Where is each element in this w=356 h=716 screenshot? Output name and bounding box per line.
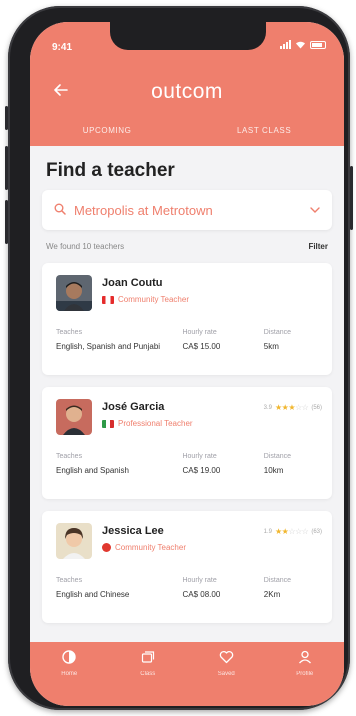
header-tabs: UPCOMING LAST CLASS bbox=[30, 124, 344, 144]
volume-down-button bbox=[5, 200, 8, 244]
rate-value: CA$ 15.00 bbox=[182, 342, 221, 351]
brand-logo: outcom bbox=[151, 80, 223, 103]
main-content: Find a teacher Metropolis at Metrotown W… bbox=[30, 146, 344, 642]
tab-profile[interactable]: Profile bbox=[280, 650, 330, 706]
rate-label: Hourly rate bbox=[182, 577, 217, 584]
distance-label: Distance bbox=[263, 577, 292, 584]
tab-label: Class bbox=[140, 671, 156, 677]
teacher-name: Joan Coutu bbox=[102, 277, 163, 289]
results-count: We found 10 teachers bbox=[46, 242, 125, 251]
teacher-role: Community Teacher bbox=[102, 543, 186, 552]
side-button bbox=[5, 106, 8, 130]
rating-value: 3.9 bbox=[263, 404, 272, 411]
mexico-flag-icon bbox=[102, 419, 114, 428]
teacher-card[interactable]: Jessica Lee Community Teacher 1.9 ★★☆☆☆ … bbox=[42, 511, 332, 623]
role-label: Professional Teacher bbox=[118, 419, 193, 428]
class-icon bbox=[123, 650, 173, 668]
app-screen: outcom UPCOMING LAST CLASS 9:41 Find a t… bbox=[30, 22, 344, 706]
teaches-value: English and Chinese bbox=[56, 590, 130, 599]
avatar bbox=[56, 523, 92, 559]
review-count: (56) bbox=[311, 404, 322, 411]
rating-value: 1.9 bbox=[263, 528, 272, 535]
role-label: Community Teacher bbox=[115, 543, 186, 552]
teacher-card[interactable]: José Garcia Professional Teacher 3.9 ★★★… bbox=[42, 387, 332, 499]
teacher-name: Jessica Lee bbox=[102, 525, 164, 537]
role-label: Community Teacher bbox=[118, 295, 189, 304]
teacher-name: José Garcia bbox=[102, 401, 165, 413]
star-rating-icon: ★★☆☆☆ bbox=[274, 527, 309, 536]
tab-home[interactable]: Home bbox=[44, 650, 94, 706]
battery-icon bbox=[310, 41, 326, 49]
tab-class[interactable]: Class bbox=[123, 650, 173, 706]
chevron-down-icon bbox=[310, 205, 320, 216]
distance-value: 2Km bbox=[263, 590, 281, 599]
bottom-tab-bar: Home Class Saved Profile bbox=[30, 642, 344, 706]
rating: 1.9 ★★☆☆☆ (63) bbox=[264, 527, 322, 536]
teaches-label: Teaches bbox=[56, 453, 83, 460]
teaches-value: English, Spanish and Punjabi bbox=[56, 342, 161, 351]
rate-label: Hourly rate bbox=[182, 453, 217, 460]
signal-icon bbox=[280, 40, 291, 49]
flag-icon bbox=[102, 543, 111, 552]
results-bar: We found 10 teachers Filter bbox=[46, 242, 328, 251]
distance-value: 10km bbox=[263, 466, 284, 475]
teaches-value: English and Spanish bbox=[56, 466, 129, 475]
avatar bbox=[56, 399, 92, 435]
tab-label: Profile bbox=[296, 671, 314, 677]
filter-button[interactable]: Filter bbox=[308, 242, 328, 251]
rate-value: CA$ 19.00 bbox=[182, 466, 221, 475]
teaches-label: Teaches bbox=[56, 329, 83, 336]
rating: 3.9 ★★★☆☆ (56) bbox=[264, 403, 322, 412]
canada-flag-icon bbox=[102, 295, 114, 304]
volume-up-button bbox=[5, 146, 8, 190]
profile-icon bbox=[280, 650, 330, 668]
rate-label: Hourly rate bbox=[182, 329, 217, 336]
avatar bbox=[56, 275, 92, 311]
distance-value: 5km bbox=[263, 342, 279, 351]
teacher-details: Teaches English, Spanish and Punjabi Hour… bbox=[56, 329, 318, 351]
review-count: (63) bbox=[311, 528, 322, 535]
tab-label: Saved bbox=[217, 671, 235, 677]
power-button bbox=[350, 166, 353, 230]
teacher-details: Teaches English and Chinese Hourly rate CA… bbox=[56, 577, 318, 599]
star-rating-icon: ★★★☆☆ bbox=[274, 403, 309, 412]
teacher-role: Professional Teacher bbox=[102, 419, 193, 428]
distance-label: Distance bbox=[263, 453, 292, 460]
status-icons bbox=[280, 40, 326, 49]
teacher-card[interactable]: Joan Coutu Community Teacher Teaches Engl… bbox=[42, 263, 332, 375]
page-title: Find a teacher bbox=[46, 160, 175, 181]
rate-value: CA$ 08.00 bbox=[182, 590, 221, 599]
tab-upcoming[interactable]: UPCOMING bbox=[75, 124, 140, 144]
location-select[interactable]: Metropolis at Metrotown bbox=[42, 190, 332, 230]
search-icon bbox=[54, 202, 74, 218]
home-icon bbox=[44, 650, 94, 668]
notch bbox=[110, 22, 266, 50]
wifi-icon bbox=[296, 41, 305, 49]
status-time: 9:41 bbox=[52, 42, 73, 53]
teaches-label: Teaches bbox=[56, 577, 83, 584]
distance-label: Distance bbox=[263, 329, 292, 336]
teacher-details: Teaches English and Spanish Hourly rate CA… bbox=[56, 453, 318, 475]
tab-label: Home bbox=[61, 671, 78, 677]
phone-frame: outcom UPCOMING LAST CLASS 9:41 Find a t… bbox=[5, 6, 353, 710]
location-value: Metropolis at Metrotown bbox=[74, 202, 213, 218]
teacher-role: Community Teacher bbox=[102, 295, 189, 304]
tab-saved[interactable]: Saved bbox=[201, 650, 251, 706]
heart-icon bbox=[201, 650, 251, 668]
tab-last-class[interactable]: LAST CLASS bbox=[229, 124, 299, 144]
